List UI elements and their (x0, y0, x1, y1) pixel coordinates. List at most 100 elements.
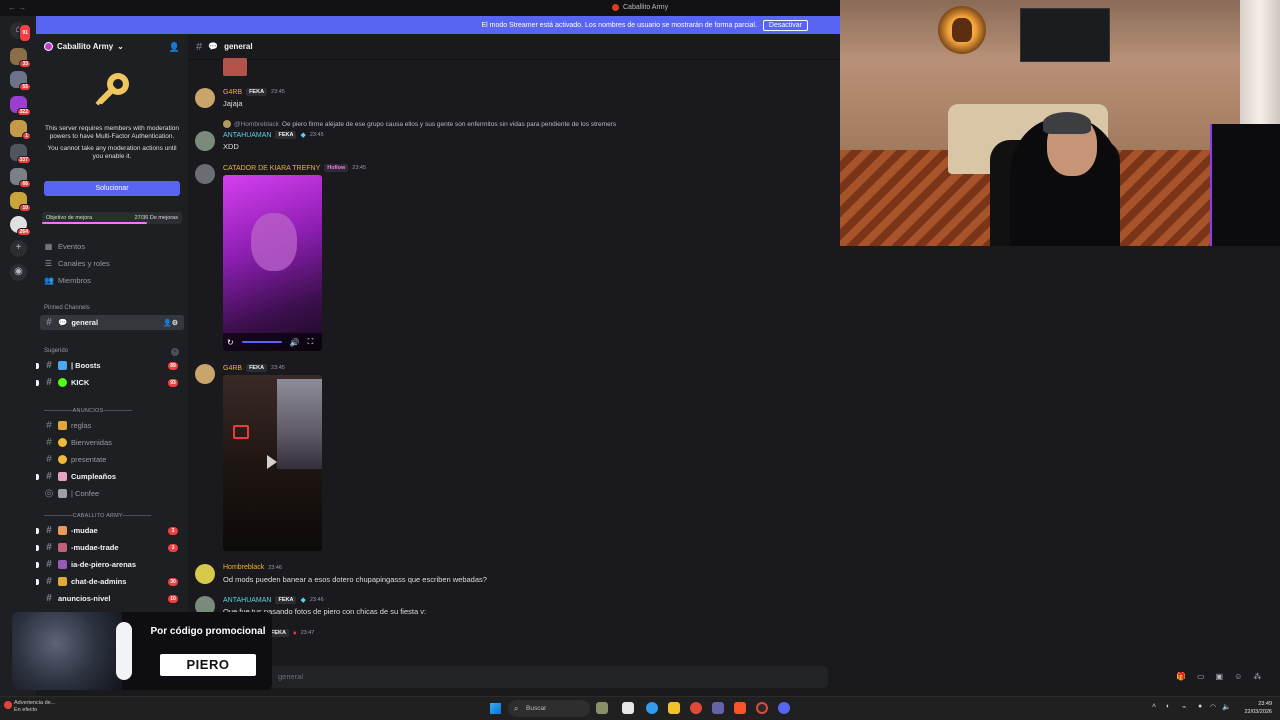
boost-goal[interactable]: Objetivo de mejora 27/36 De mejoras (42, 212, 182, 224)
nav-events[interactable]: ▦ Eventos (44, 242, 85, 251)
brave-icon[interactable] (734, 702, 746, 714)
discover-icon[interactable]: ◉ (10, 264, 27, 281)
channel-kick[interactable]: # KICK 93 (36, 375, 184, 390)
video-attachment[interactable]: ↻ 🔊 ⛶ (223, 175, 322, 351)
volume-icon[interactable]: 🔊 (290, 338, 300, 347)
avatar[interactable] (195, 364, 215, 384)
username[interactable]: Hombreblack (223, 564, 264, 571)
close-icon[interactable]: × (171, 348, 179, 356)
server-logo-icon (44, 42, 53, 51)
server-icon[interactable]: 55 (10, 71, 31, 91)
message-text: Jajaja (223, 99, 243, 108)
nav-channels-roles[interactable]: ☰ Canales y roles (44, 259, 110, 268)
emoji-icon[interactable]: ☺ (1234, 672, 1242, 681)
discord-icon[interactable] (778, 702, 790, 714)
channel-bienvenidas[interactable]: # Bienvenidas (40, 435, 184, 450)
kick-logo-icon (58, 378, 67, 387)
scroll-icon (58, 421, 67, 430)
username[interactable]: G4RB (223, 89, 242, 96)
windows-start-icon[interactable] (490, 703, 501, 714)
streamer-mode-banner: El modo Streamer está activado. Los nomb… (36, 16, 840, 34)
server-icon[interactable]: 337 (10, 144, 31, 164)
image-attachment[interactable] (223, 58, 247, 76)
task-view-icon[interactable] (622, 702, 634, 714)
timestamp: 23:45 (271, 89, 285, 95)
play-icon[interactable] (267, 455, 277, 469)
channel-settings-icon[interactable]: 👤⚙ (163, 319, 178, 327)
replay-icon[interactable]: ↻ (227, 338, 234, 347)
taskbar-search[interactable]: ⌕ Buscar (508, 700, 590, 717)
server-name-dropdown[interactable]: Caballito Army ⌄ (44, 42, 124, 51)
horse-logo-sign (938, 6, 986, 54)
promo-overlay: Por código promocional PIERO (12, 612, 272, 690)
app-icon[interactable] (690, 702, 702, 714)
server-icon[interactable]: 1 (10, 120, 31, 140)
badge: 91 (19, 24, 31, 42)
username[interactable]: ANTAHUAMAN (223, 132, 271, 139)
volume-icon[interactable]: 🔈 (1222, 703, 1231, 711)
channel-mudae-trade[interactable]: # -mudae-trade 3 (36, 540, 184, 555)
tray-icon[interactable]: ● (1198, 703, 1202, 710)
video-attachment[interactable] (223, 375, 322, 551)
avatar[interactable] (195, 164, 215, 184)
server-icon[interactable]: 264 (10, 216, 31, 236)
add-server-icon[interactable]: + (10, 240, 27, 257)
channel-cumpleanos[interactable]: # Cumpleaños (36, 469, 184, 484)
disable-streamer-mode-button[interactable]: Desactivar (762, 19, 808, 31)
video-progress-slider[interactable] (241, 341, 282, 343)
unread-dot (36, 473, 39, 480)
message-input[interactable]: general (268, 666, 828, 688)
invite-people-icon[interactable]: 👤 (169, 42, 180, 53)
sticker-icon[interactable]: ▣ (1216, 672, 1224, 681)
video-frame (277, 379, 322, 469)
chevron-up-icon[interactable]: ˄ (1152, 703, 1156, 710)
list-icon: ☰ (44, 259, 53, 268)
username[interactable]: ANTAHUAMAN (223, 597, 271, 604)
channel-chat-de-admins[interactable]: # chat-de-admins 30 (36, 574, 184, 589)
channel-reglas[interactable]: # reglas (40, 418, 184, 433)
weather-widget[interactable]: Advertencia de... En efecto (4, 700, 55, 714)
username[interactable]: CATADOR DE KIARA TREFNY (223, 165, 320, 172)
reply-preview[interactable]: @Hombreblack Oe piero firme aléjate de es… (223, 120, 616, 128)
server-icon[interactable]: 10 (10, 192, 31, 212)
channel-presentate[interactable]: # presentate (40, 452, 184, 467)
warning-icon (4, 701, 12, 709)
direct-messages-icon[interactable]: ⌂91 (10, 22, 31, 42)
username[interactable]: G4RB (223, 365, 242, 372)
diamond-icon: ◆ (300, 597, 306, 604)
avatar[interactable] (195, 88, 215, 108)
fullscreen-icon[interactable]: ⛶ (308, 337, 314, 347)
clock[interactable]: 23:49 22/03/2026 (1236, 700, 1272, 716)
category-caballito-army[interactable]: ───────CABALLITO ARMY─────── (44, 513, 151, 519)
channel-ia-de-piero-arenas[interactable]: # ia-de-piero-arenas (36, 557, 184, 572)
fix-mfa-button[interactable]: Solucionar (44, 181, 180, 196)
server-icon[interactable]: 33 (10, 48, 31, 68)
channel-anuncios-nivel[interactable]: # anuncios-nivel 10 (40, 591, 184, 606)
tray-icon[interactable]: ⌁ (1182, 703, 1186, 711)
tray-icon[interactable]: ◐ (1166, 703, 1170, 710)
avatar[interactable] (195, 564, 215, 584)
channel-general[interactable]: # 💬 general 👤⚙ (40, 315, 184, 330)
teams-icon[interactable] (712, 702, 724, 714)
gif-icon[interactable]: ▭ (1197, 672, 1205, 681)
app-icon[interactable] (596, 702, 608, 714)
app-icon[interactable] (756, 702, 768, 714)
wifi-icon[interactable]: ◠ (1210, 703, 1216, 711)
channel-mudae[interactable]: # -mudae 3 (36, 523, 184, 538)
gift-icon[interactable]: 🎁 (1176, 672, 1186, 681)
file-explorer-icon[interactable] (668, 702, 680, 714)
calendar-icon: ▦ (44, 242, 53, 251)
category-anuncios[interactable]: ───────ANUNCIOS─────── (44, 408, 132, 414)
channel-confee[interactable]: ◎ | Confee (40, 486, 184, 501)
back-forward-icon[interactable]: ← → (8, 3, 26, 12)
promo-text: Por código promocional (150, 626, 266, 637)
edge-icon[interactable] (646, 702, 658, 714)
avatar[interactable] (195, 131, 215, 151)
server-icon[interactable]: 322 (10, 96, 31, 116)
channel-boosts[interactable]: # | Boosts 89 (36, 358, 184, 373)
apps-icon[interactable]: ⁂ (1253, 672, 1261, 681)
taskbar: Advertencia de... En efecto ⌕ Buscar ˄ ◐ … (0, 696, 1280, 720)
server-icon[interactable]: 66 (10, 168, 31, 188)
nav-members[interactable]: 👥 Miembros (44, 276, 91, 285)
hash-icon: # (46, 454, 52, 465)
